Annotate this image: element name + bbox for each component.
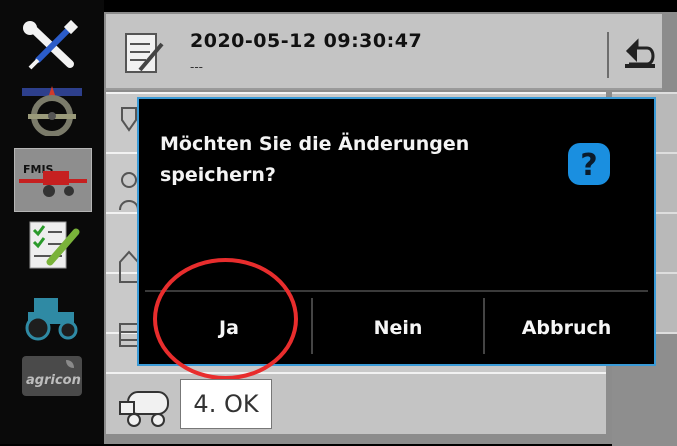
back-arrow-icon bbox=[625, 38, 655, 68]
tools-icon[interactable] bbox=[20, 19, 84, 72]
no-button[interactable]: Nein bbox=[313, 296, 483, 360]
svg-text:?: ? bbox=[580, 148, 597, 183]
header-subtitle: --- bbox=[190, 60, 203, 74]
header-bar bbox=[106, 14, 662, 90]
annotation-circle bbox=[153, 258, 298, 380]
agricon-logo[interactable]: agricon bbox=[20, 350, 84, 402]
header-separator bbox=[607, 32, 609, 78]
trailer-icon bbox=[114, 384, 180, 432]
header-title: 2020-05-12 09:30:47 bbox=[190, 30, 423, 52]
dialog-message: Möchten Sie die Änderungen speichern? bbox=[160, 133, 470, 186]
cancel-button[interactable]: Abbruch bbox=[485, 296, 648, 360]
steering-wheel-icon[interactable] bbox=[20, 84, 84, 137]
fmis-sprayer-icon[interactable]: FMIS bbox=[14, 148, 92, 212]
tractor-icon[interactable] bbox=[20, 290, 84, 342]
notepad-icon bbox=[122, 30, 166, 76]
step-label: 4. OK bbox=[180, 379, 272, 429]
task-checklist-icon[interactable] bbox=[20, 218, 84, 270]
question-icon: ? bbox=[566, 141, 612, 187]
svg-text:agricon: agricon bbox=[26, 373, 81, 388]
sidebar: FMIS agricon bbox=[0, 0, 104, 444]
back-button[interactable] bbox=[617, 34, 661, 78]
